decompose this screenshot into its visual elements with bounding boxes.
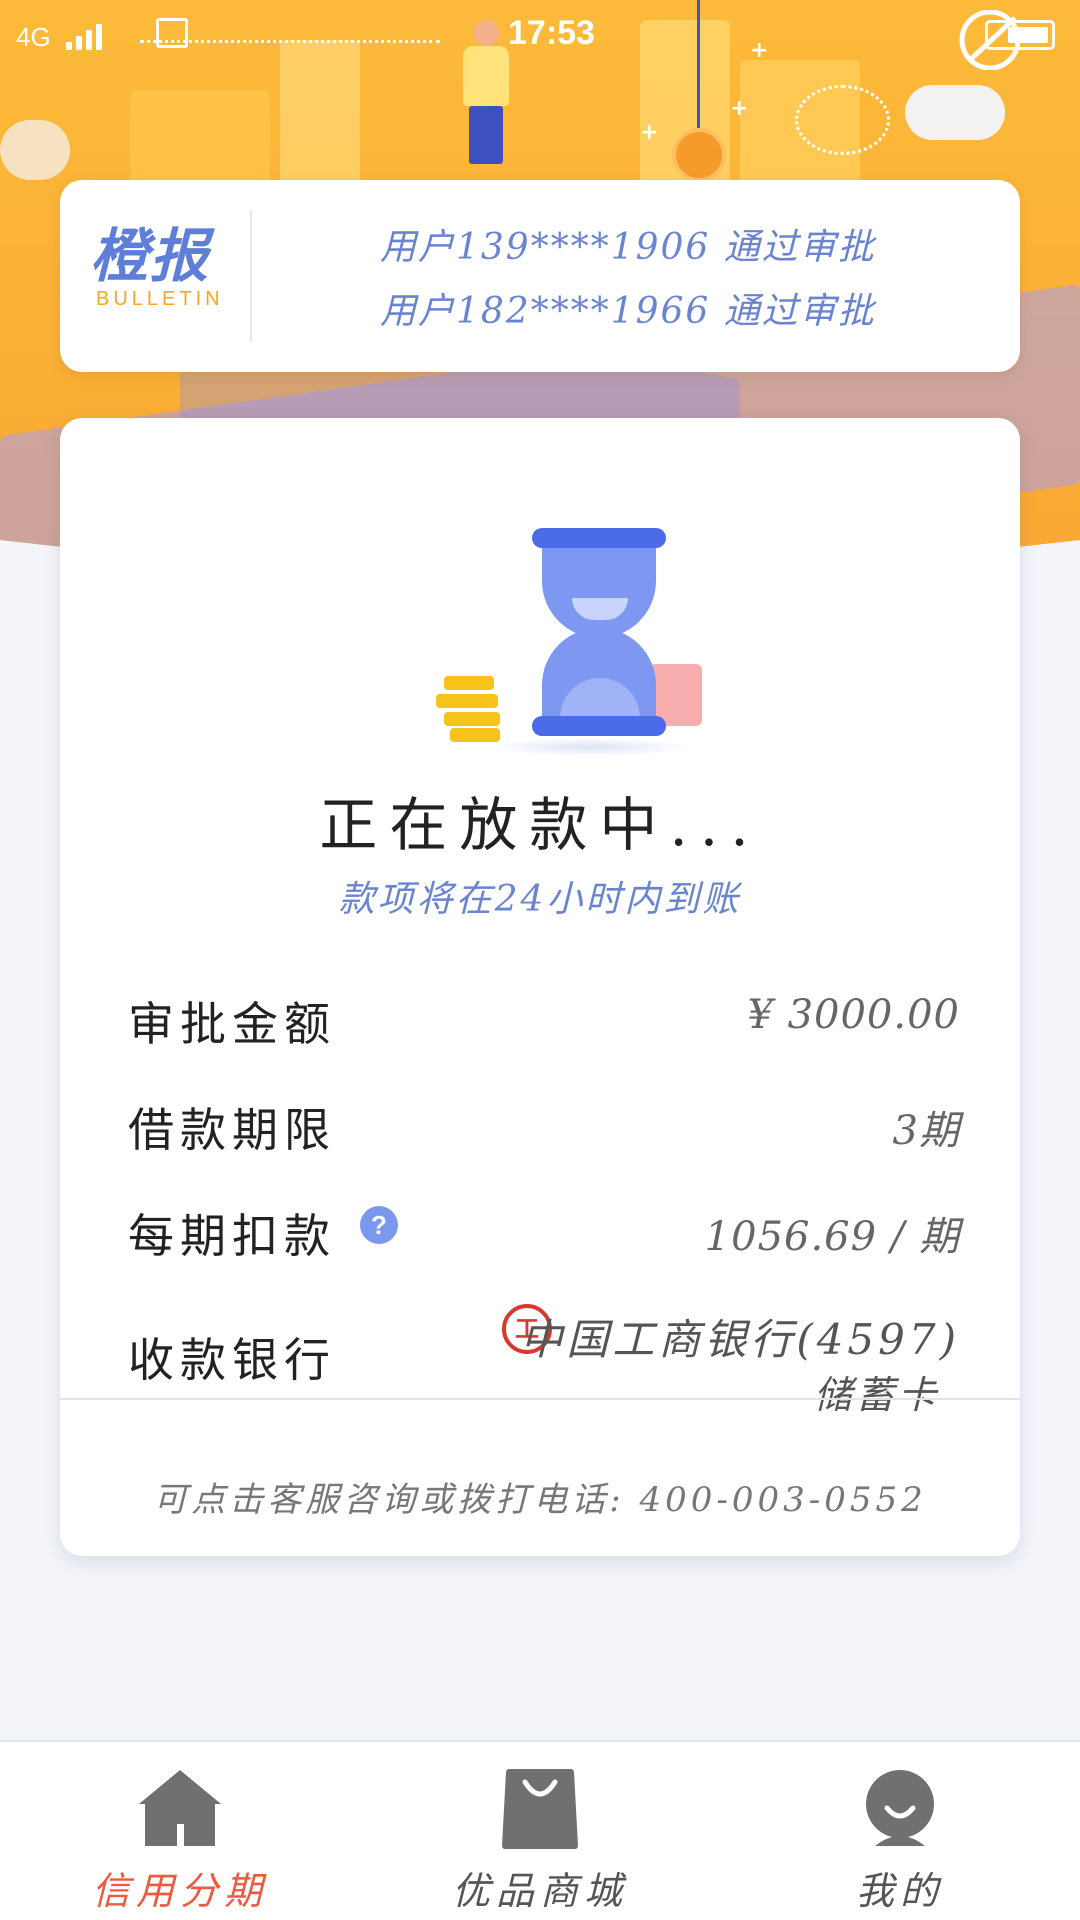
nav-label: 优品商城 — [451, 1869, 628, 1913]
nav-credit-installment[interactable]: 信用分期 — [0, 1742, 360, 1920]
customer-service-contact[interactable]: 可点击客服咨询或拨打电话: 400-003-0552 — [60, 1472, 1020, 1521]
nav-profile[interactable]: 我的 — [720, 1742, 1080, 1920]
battery-icon — [985, 20, 1055, 50]
coin-icon — [672, 128, 726, 182]
status-title: 正在放款中... — [319, 791, 761, 859]
bottom-navigation: 信用分期 优品商城 我的 — [0, 1740, 1080, 1920]
bank-name: 中国工商银行(4597) — [520, 1315, 960, 1364]
home-icon — [139, 1770, 221, 1846]
status-bar: 4G 17:53 — [0, 0, 1080, 72]
approved-amount-row: 审批金额 ¥ 3000.00 — [128, 988, 960, 1068]
nav-label: 信用分期 — [91, 1869, 268, 1913]
approved-amount-label: 审批金额 — [128, 997, 336, 1051]
loan-status-screen: + + + 4G 17:53 橙报 BULLETIN 用户139****1906… — [0, 0, 1080, 1920]
bulletin-list: 用户139****1906 通过审批 用户182****1966 通过审批 — [380, 216, 980, 344]
loan-detail-card: 正在放款中... 款项将在24小时内到账 审批金额 ¥ 3000.00 借款期限… — [60, 418, 1020, 1556]
nav-label: 我的 — [855, 1869, 944, 1913]
bulletin-divider — [250, 210, 252, 342]
installment-label: 每期扣款 — [128, 1209, 336, 1263]
nav-mall[interactable]: 优品商城 — [360, 1742, 720, 1920]
network-type: 4G — [16, 22, 51, 52]
approved-amount-value: ¥ 3000.00 — [747, 992, 960, 1038]
hourglass-icon — [430, 528, 702, 756]
status-subtitle: 款项将在24小时内到账 — [338, 879, 742, 920]
bulletin-card: 橙报 BULLETIN 用户139****1906 通过审批 用户182****… — [60, 180, 1020, 372]
shopping-bag-icon — [502, 1769, 578, 1849]
loan-term-label: 借款期限 — [128, 1103, 336, 1157]
card-divider — [60, 1398, 1020, 1400]
bank-card-type: 储蓄卡 — [813, 1373, 940, 1417]
installment-row: 每期扣款 ? 1056.69 / 期 — [128, 1200, 960, 1280]
profile-icon — [866, 1770, 934, 1846]
bulletin-logo-en: BULLETIN — [96, 288, 224, 310]
installment-value: 1056.69 / 期 — [704, 1214, 960, 1260]
notification-icon — [156, 18, 188, 48]
receiving-bank-label: 收款银行 — [128, 1333, 336, 1387]
clock: 17:53 — [508, 14, 595, 52]
signal-icon — [66, 24, 108, 50]
bulletin-item: 用户139****1906 通过审批 — [380, 227, 876, 268]
bulletin-item: 用户182****1966 通过审批 — [380, 291, 876, 332]
help-icon[interactable]: ? — [360, 1206, 398, 1244]
loan-term-row: 借款期限 3期 — [128, 1094, 960, 1174]
loan-term-value: 3期 — [892, 1108, 960, 1154]
